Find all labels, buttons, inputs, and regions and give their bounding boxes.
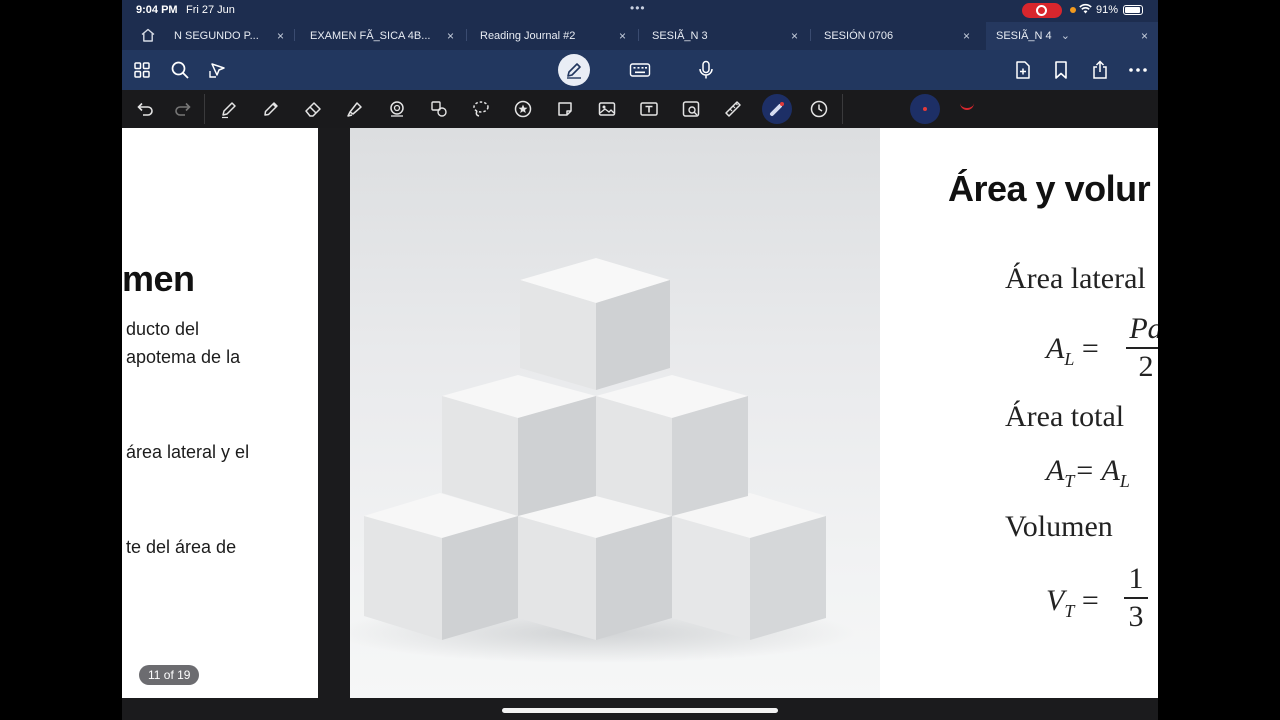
tab-close-icon[interactable]: ×: [447, 22, 454, 50]
tools-divider: [842, 94, 843, 124]
area-lateral-formula: AL =: [1046, 332, 1099, 369]
app-toolbar: [122, 50, 1158, 90]
lasso-icon[interactable]: [470, 98, 492, 120]
home-indicator[interactable]: [502, 708, 778, 713]
tab-examen-fisica[interactable]: EXAMEN FÃ_SICA 4B... ×: [300, 22, 464, 50]
mic-indicator-icon: [1070, 7, 1076, 13]
pen-color-swatch[interactable]: [910, 94, 940, 124]
multitask-dots-icon[interactable]: •••: [630, 1, 646, 15]
page-left: men ducto del apotema de la área lateral…: [122, 128, 318, 698]
document-tabs: N SEGUNDO P... × EXAMEN FÃ_SICA 4B... × …: [122, 20, 1158, 50]
camera-icon[interactable]: [680, 98, 702, 120]
area-lateral-fraction: Pa 2: [1126, 312, 1158, 384]
screen-record-icon[interactable]: [1022, 3, 1062, 18]
slide-title: Área y volur: [948, 168, 1151, 209]
page-gap: [318, 128, 350, 698]
search-icon[interactable]: [168, 58, 192, 82]
laser-pointer-icon[interactable]: [762, 94, 792, 124]
cubes-pyramid-image: [350, 128, 880, 698]
microphone-icon[interactable]: [694, 58, 718, 82]
left-text-line-4: te del área de: [126, 537, 237, 557]
pen-mode-icon[interactable]: [558, 54, 590, 86]
pointer-icon[interactable]: [206, 58, 230, 82]
drawing-tools-bar: [122, 90, 1158, 128]
tab-close-icon[interactable]: ×: [963, 22, 970, 50]
pen-icon[interactable]: [218, 98, 240, 120]
home-icon[interactable]: [140, 27, 156, 43]
bottom-bar: [122, 698, 1158, 720]
add-page-icon[interactable]: [1011, 58, 1035, 82]
volumen-fraction: 1 3: [1124, 562, 1148, 634]
status-bar: 9:04 PM Fri 27 Jun ••• 91%: [122, 0, 1158, 20]
tab-sesion-3[interactable]: SESIÃ_N 3 ×: [642, 22, 808, 50]
battery-icon: [1123, 5, 1143, 15]
tab-close-icon[interactable]: ×: [619, 22, 626, 50]
left-text-line-3: área lateral y el: [126, 442, 250, 462]
ipad-screen: 9:04 PM Fri 27 Jun ••• 91% N SEGUNDO P..…: [122, 0, 1158, 720]
area-total-formula: AT= AL: [1046, 454, 1130, 491]
volumen-label: Volumen: [1005, 510, 1113, 543]
left-text-line-1: ducto del: [126, 319, 200, 339]
tab-divider: [466, 29, 467, 41]
image-icon[interactable]: [596, 98, 618, 120]
area-total-label: Área total: [1005, 400, 1125, 433]
wifi-icon: [1079, 3, 1092, 17]
ruler-icon[interactable]: [722, 98, 744, 120]
bookmark-icon[interactable]: [1049, 58, 1073, 82]
sticker-icon[interactable]: [512, 98, 534, 120]
battery-percentage: 91%: [1096, 4, 1119, 16]
stroke-width-swatch[interactable]: [960, 102, 974, 110]
tab-divider: [810, 29, 811, 41]
elements-icon[interactable]: [428, 98, 450, 120]
tab-dropdown-icon[interactable]: ⌄: [1061, 30, 1070, 42]
highlighter-icon[interactable]: [344, 98, 366, 120]
tab-close-icon[interactable]: ×: [1141, 22, 1148, 50]
tools-divider: [204, 94, 205, 124]
tab-divider: [294, 29, 295, 41]
undo-icon[interactable]: [134, 98, 156, 120]
tab-segundo-parcial[interactable]: N SEGUNDO P... ×: [164, 22, 294, 50]
redo-icon[interactable]: [172, 98, 194, 120]
area-lateral-label: Área lateral: [1005, 262, 1146, 295]
left-text-line-2: apotema de la: [126, 347, 241, 367]
sticky-note-icon[interactable]: [554, 98, 576, 120]
more-icon[interactable]: [1126, 58, 1150, 82]
page-left-title: men: [122, 258, 195, 299]
tab-reading-journal[interactable]: Reading Journal #2 ×: [470, 22, 636, 50]
status-date: Fri 27 Jun: [186, 4, 235, 16]
grid-icon[interactable]: [130, 58, 154, 82]
tab-sesion-0706[interactable]: SESIÓN 0706 ×: [814, 22, 980, 50]
tab-close-icon[interactable]: ×: [791, 22, 798, 50]
eraser-icon[interactable]: [302, 98, 324, 120]
tab-sesion-4[interactable]: SESIÃ_N 4 ⌄ ×: [986, 22, 1158, 50]
page-right: Área y volur Área lateral AL = Pa 2 Área…: [350, 128, 1158, 698]
page-counter: 11 of 19: [139, 665, 200, 685]
shapes-icon[interactable]: [386, 98, 408, 120]
tab-divider: [638, 29, 639, 41]
pencil-icon[interactable]: [260, 98, 282, 120]
tab-close-icon[interactable]: ×: [277, 22, 284, 50]
status-time: 9:04 PM: [136, 4, 178, 16]
timer-icon[interactable]: [808, 98, 830, 120]
share-icon[interactable]: [1088, 58, 1112, 82]
document-canvas[interactable]: men ducto del apotema de la área lateral…: [122, 128, 1158, 698]
keyboard-icon[interactable]: [628, 58, 652, 82]
text-icon[interactable]: [638, 98, 660, 120]
volumen-formula: VT =: [1046, 584, 1099, 621]
